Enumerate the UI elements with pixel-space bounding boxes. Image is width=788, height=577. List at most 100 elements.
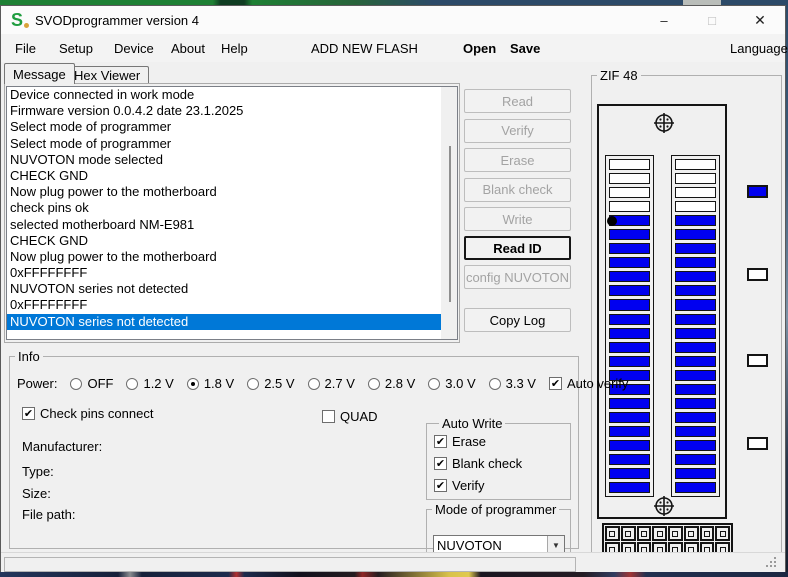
maximize-button[interactable]: □ — [695, 6, 729, 34]
zif-socket — [597, 104, 727, 519]
pin-slot — [609, 229, 650, 241]
power-radio-1.8v[interactable]: 1.8 V — [186, 376, 235, 391]
erase-button[interactable]: Erase — [464, 148, 571, 172]
connector-cell-inner — [640, 530, 647, 537]
menu-item-save[interactable]: Save — [510, 34, 540, 62]
menu-item-help[interactable]: Help — [221, 34, 248, 62]
pin-slot — [675, 439, 716, 451]
auto-write-erase[interactable]: ✔ Erase — [434, 434, 570, 449]
tab-hex-viewer[interactable]: Hex Viewer — [65, 66, 150, 84]
connector-cell — [652, 526, 667, 541]
menu-item-file[interactable]: File — [15, 34, 36, 62]
app-icon-dot — [24, 23, 29, 28]
log-line[interactable]: NUVOTON series not detected — [7, 313, 457, 330]
menu-item-open[interactable]: Open — [463, 34, 496, 62]
close-button[interactable]: ✕ — [743, 6, 777, 34]
verify-button[interactable]: Verify — [464, 118, 571, 143]
menu-item-add-new-flash[interactable]: ADD NEW FLASH — [311, 34, 418, 62]
log-line[interactable]: CHECK GND — [7, 168, 457, 184]
log-line[interactable]: Now plug power to the motherboard — [7, 184, 457, 200]
title-bar: S SVODprogrammer version 4 – □ ✕ — [1, 6, 785, 34]
log-scrollbar-thumb[interactable] — [449, 146, 451, 302]
log-scrollbar[interactable] — [441, 87, 457, 339]
connector-cell-inner — [719, 530, 726, 537]
mode-of-programmer-group: Mode of programmer NUVOTON ▼ — [426, 502, 571, 559]
connector-cell-inner — [703, 530, 710, 537]
message-log-list[interactable]: Device connected in work mode Firmware ve… — [6, 86, 458, 340]
log-line[interactable]: Now plug power to the motherboard — [7, 249, 457, 265]
checkbox-label: Erase — [452, 434, 486, 449]
log-line[interactable]: Select mode of programmer — [7, 119, 457, 135]
log-line[interactable]: Device connected in work mode — [7, 87, 457, 103]
pin-slot — [609, 313, 650, 325]
read-button[interactable]: Read — [464, 89, 571, 113]
log-line[interactable]: NUVOTON series not detected — [7, 281, 457, 297]
power-radio-3.0v[interactable]: 3.0 V — [428, 376, 476, 391]
menu-item-setup[interactable]: Setup — [59, 34, 93, 62]
quad-checkbox[interactable]: QUAD — [322, 409, 378, 424]
log-line[interactable]: 0xFFFFFFFF — [7, 297, 457, 313]
app-icon-letter: S — [11, 10, 24, 30]
pin-slot — [675, 313, 716, 325]
log-line[interactable]: check pins ok — [7, 200, 457, 216]
power-radio-off[interactable]: OFF — [70, 376, 113, 391]
auto-write-blank-check[interactable]: ✔ Blank check — [434, 456, 570, 471]
log-line[interactable]: CHECK GND — [7, 233, 457, 249]
menu-item-device[interactable]: Device — [114, 34, 154, 62]
menu-item-about[interactable]: About — [171, 34, 205, 62]
connector-cell — [605, 526, 620, 541]
radio-button — [428, 377, 441, 390]
power-radio-1.2v[interactable]: 1.2 V — [126, 376, 174, 391]
pin-slot — [675, 257, 716, 269]
pin-column-right — [671, 155, 720, 497]
mode-group-title: Mode of programmer — [435, 502, 557, 517]
pin-slot — [609, 341, 650, 353]
radio-label: 3.0 V — [445, 376, 476, 391]
power-radio-2.5v[interactable]: 2.5 V — [247, 376, 295, 391]
auto-write-group: Auto Write ✔ Erase ✔ Blank check ✔ Verify — [426, 416, 571, 500]
write-button[interactable]: Write — [464, 207, 571, 231]
resize-grip[interactable] — [766, 557, 776, 567]
pin-slot — [675, 327, 716, 339]
checkbox — [322, 410, 335, 423]
radio-label: 1.2 V — [143, 376, 174, 391]
zif-group-title: ZIF 48 — [600, 68, 638, 83]
pin-slot — [675, 355, 716, 367]
menu-item-language[interactable]: Language — [730, 34, 788, 62]
auto-write-verify[interactable]: ✔ Verify — [434, 478, 570, 493]
screw-icon — [654, 496, 674, 516]
tab-message[interactable]: Message — [4, 63, 75, 84]
pin-slot — [675, 201, 716, 213]
auto-verify-checkbox[interactable]: ✔ Auto verify — [548, 376, 629, 391]
checkbox-label: Check pins connect — [40, 406, 154, 421]
check-pins-checkbox[interactable]: ✔ Check pins connect — [22, 406, 153, 421]
minimize-button[interactable]: – — [647, 6, 681, 34]
pin-slot — [675, 411, 716, 423]
read-id-button[interactable]: Read ID — [464, 236, 571, 260]
log-line[interactable]: Firmware version 0.0.4.2 date 23.1.2025 — [7, 103, 457, 119]
radio-label: 1.8 V — [203, 376, 235, 391]
copy-log-button[interactable]: Copy Log — [464, 308, 571, 332]
side-indicator — [747, 354, 768, 367]
type-label: Type: — [22, 464, 54, 479]
power-radio-2.8v[interactable]: 2.8 V — [367, 376, 415, 391]
status-panel — [4, 557, 576, 572]
blank-check-button[interactable]: Blank check — [464, 177, 571, 202]
log-line[interactable]: selected motherboard NM-E981 — [7, 217, 457, 233]
info-group: Info Power: OFF 1.2 V 1.8 V 2.5 V 2.7 V 2.8 V… — [9, 349, 628, 559]
pin-slot — [675, 215, 716, 227]
pin-slot — [675, 453, 716, 466]
config-nuvoton-button[interactable]: config NUVOTON — [464, 265, 571, 289]
power-radio-3.3v[interactable]: 3.3 V — [488, 376, 536, 391]
checkbox-label: Verify — [452, 478, 485, 493]
pin-slot — [609, 397, 650, 409]
log-line[interactable]: NUVOTON mode selected — [7, 152, 457, 168]
power-radio-2.7v[interactable]: 2.7 V — [307, 376, 355, 391]
radio-label: 2.7 V — [324, 376, 355, 391]
pin-slot — [675, 482, 716, 494]
checkbox-label: Auto verify — [566, 376, 629, 391]
pin-slot — [675, 285, 716, 297]
log-line[interactable]: 0xFFFFFFFF — [7, 265, 457, 281]
log-line[interactable]: Select mode of programmer — [7, 136, 457, 152]
pin-slot — [609, 173, 650, 185]
